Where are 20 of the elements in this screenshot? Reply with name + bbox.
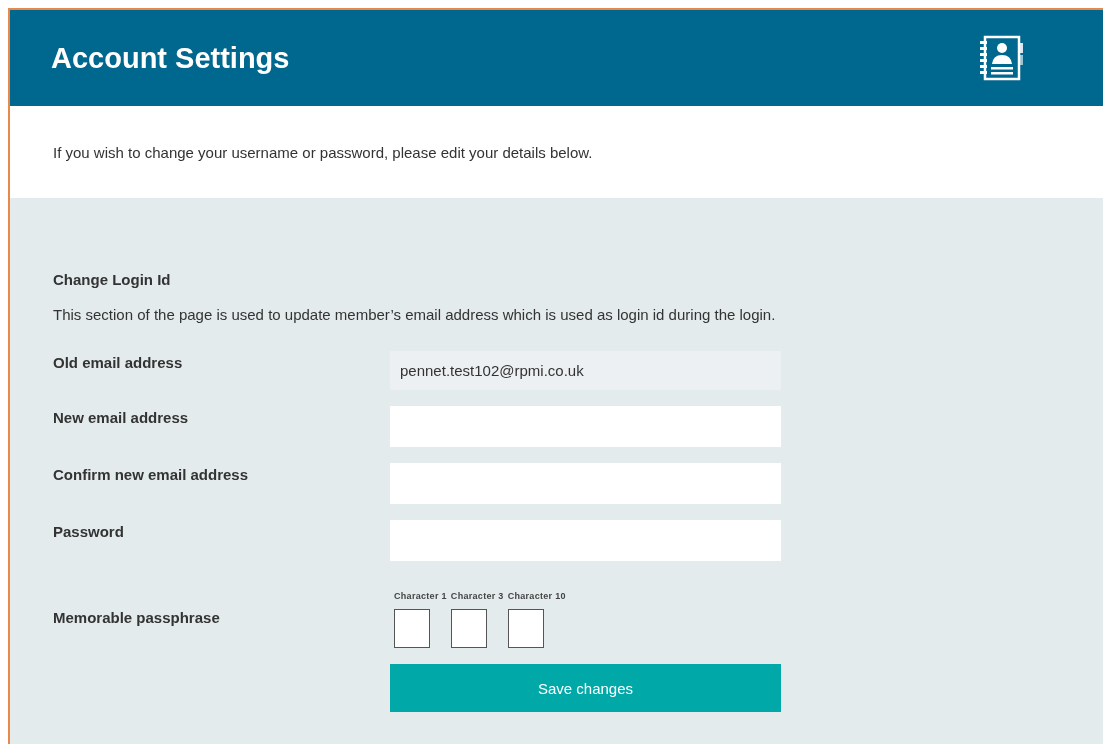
address-book-icon xyxy=(977,34,1025,82)
character-label: Character 1 xyxy=(394,591,447,601)
character-field[interactable] xyxy=(450,609,487,648)
email-field[interactable] xyxy=(390,463,781,504)
field-label: Memorable passphrase xyxy=(53,608,221,628)
field-label: New email address xyxy=(53,408,190,428)
email-field[interactable]: pennet.test102@rpmi.co.uk xyxy=(390,351,781,390)
character-field[interactable] xyxy=(394,609,430,648)
character-field[interactable] xyxy=(507,609,544,648)
intro-text: If you wish to change your username or password, please edit your details below. xyxy=(53,143,593,161)
field-label: Old email address xyxy=(53,353,184,373)
email-field[interactable] xyxy=(390,406,781,447)
character-label: Character 10 xyxy=(507,591,566,601)
password-field[interactable] xyxy=(390,520,781,561)
field-label: Confirm new email address xyxy=(53,465,250,485)
section-heading: Change Login Id xyxy=(53,271,172,288)
field-label: Password xyxy=(53,522,125,542)
page-title: Account Settings xyxy=(51,41,290,75)
character-label: Character 3 xyxy=(450,591,504,601)
section-description: This section of the page is used to update member’s email address which is used as login id during the login. xyxy=(53,306,777,323)
